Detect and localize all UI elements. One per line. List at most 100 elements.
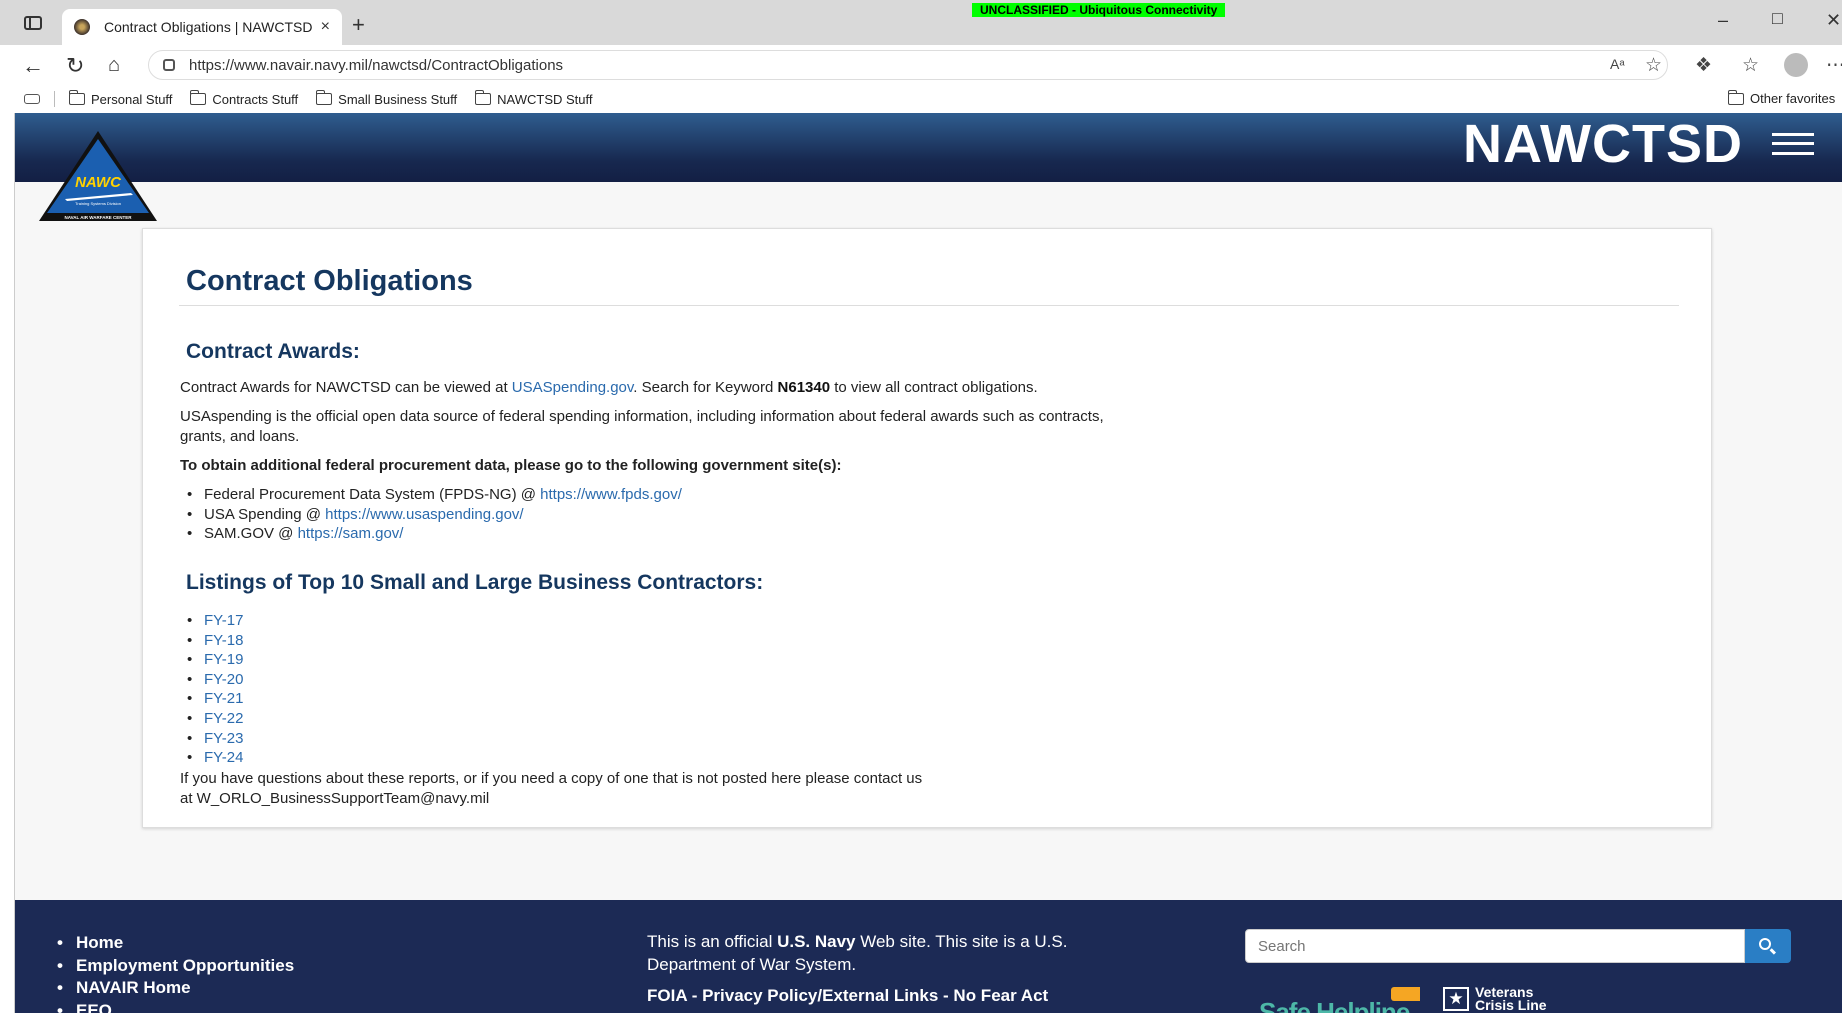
maximize-button[interactable]: □ [1772,8,1783,29]
legal-links[interactable]: FOIA - Privacy Policy/External Links - N… [647,986,1048,1006]
more-icon[interactable]: ⋯ [1826,54,1842,77]
site-label: SAM.GOV @ [204,525,298,543]
site-footer: Home Employment Opportunities NAVAIR Hom… [15,900,1842,1013]
fy-link[interactable]: FY-20 [204,671,243,688]
home-icon[interactable]: ⌂ [108,54,120,77]
favorites-icon[interactable]: ☆ [1742,54,1759,77]
star-icon[interactable]: ☆ [1645,54,1662,77]
folder-icon [475,90,492,105]
veterans-crisis-text: Veterans Crisis Line [1475,985,1547,1012]
list-item: FY-21 [180,689,243,709]
official-text: This is an official [647,932,778,951]
back-arrow-icon[interactable]: ← [22,53,44,79]
extensions-icon[interactable]: ❖ [1695,54,1712,77]
hamburger-menu-icon[interactable] [1772,133,1814,155]
fy-link[interactable]: FY-22 [204,710,243,727]
favbar-divider [54,91,55,107]
obtain-data-text: To obtain additional federal procurement… [180,457,842,474]
lock-icon [163,59,175,71]
tab-title: Contract Obligations | NAWCTSD [104,19,313,35]
awards-text: to view all contract obligations. [830,379,1038,396]
content-card: Contract Obligations Contract Awards: Co… [142,228,1712,828]
nawc-logo[interactable]: NAWC Training Systems Division NAVAL AIR… [35,129,161,225]
fy-link[interactable]: FY-19 [204,651,243,668]
web-page: NAWCTSD NAWC Training Systems Division N… [14,113,1842,1013]
url-text: https://www.navair.navy.mil/nawctsd/Cont… [189,56,564,74]
site-label: Federal Procurement Data System (FPDS-NG… [204,486,541,503]
veterans-crisis-line-logo[interactable]: ★ Veterans Crisis Line [1443,985,1547,1012]
official-bold: U.S. Navy [777,932,856,951]
read-aloud-icon[interactable]: Aᵃ [1610,56,1625,72]
fpds-link[interactable]: https://www.fpds.gov/ [540,486,682,503]
collections-icon[interactable] [24,94,40,104]
favorite-label: Small Business Stuff [338,91,458,107]
refresh-icon[interactable]: ↻ [66,53,84,79]
awards-text: . Search for Keyword [633,379,778,396]
tab-close-icon[interactable]: × [321,18,330,36]
page-title: Contract Obligations [186,265,473,297]
footer-link-navair-home[interactable]: NAVAIR Home [56,977,294,1000]
site-header: NAWCTSD [15,113,1842,182]
fy-link[interactable]: FY-18 [204,632,243,649]
new-tab-button[interactable]: + [352,12,365,38]
favorite-folder-contracts[interactable]: Contracts Stuff [190,90,299,107]
search-button[interactable] [1745,929,1791,963]
awards-heading: Contract Awards: [186,340,360,363]
footer-links: Home Employment Opportunities NAVAIR Hom… [56,932,294,1013]
favorite-folder-small-business[interactable]: Small Business Stuff [316,90,458,107]
favorite-label: NAWCTSD Stuff [497,91,593,107]
close-window-button[interactable]: ✕ [1826,10,1841,31]
site-name[interactable]: NAWCTSD [1463,113,1743,175]
fiscal-year-list: FY-17 FY-18 FY-19 FY-20 FY-21 FY-22 FY-2… [180,611,243,768]
folder-icon [69,90,85,105]
other-favorites[interactable]: Other favorites [1728,89,1835,106]
contact-text: If you have questions about these report… [180,770,923,787]
browser-tab-active[interactable]: Contract Obligations | NAWCTSD × [62,9,342,45]
list-item: Federal Procurement Data System (FPDS-NG… [180,485,682,505]
footer-link-home[interactable]: Home [56,932,294,955]
address-bar[interactable]: https://www.navair.navy.mil/nawctsd/Cont… [148,50,1668,80]
classification-banner: UNCLASSIFIED - Ubiquitous Connectivity [972,3,1226,17]
browser-toolbar: ← ↻ ⌂ https://www.navair.navy.mil/nawcts… [0,45,1842,85]
search-icon [1759,938,1771,950]
usaspending-site-link[interactable]: https://www.usaspending.gov/ [325,506,523,523]
search-input[interactable] [1245,929,1745,963]
fy-link[interactable]: FY-21 [204,690,243,707]
contact-paragraph: If you have questions about these report… [180,769,1140,809]
list-item: FY-18 [180,631,243,651]
profile-icon[interactable] [1784,53,1808,77]
logo-subtext: Training Systems Division [75,201,121,206]
sidebar-toggle-icon[interactable] [24,16,42,30]
favorite-folder-nawctsd[interactable]: NAWCTSD Stuff [475,90,593,107]
footer-link-employment[interactable]: Employment Opportunities [56,955,294,978]
star-icon: ★ [1443,987,1469,1011]
logo-ring-text: NAVAL AIR WARFARE CENTER [64,215,132,220]
favorite-folder-personal[interactable]: Personal Stuff [69,90,172,107]
list-item: FY-22 [180,709,243,729]
usaspending-description: USAspending is the official open data so… [180,408,1104,445]
sam-gov-link[interactable]: https://sam.gov/ [298,525,404,542]
folder-icon [316,90,333,105]
usaspending-link[interactable]: USASpending.gov [512,379,633,396]
keyword: N61340 [777,379,831,396]
title-divider [179,305,1679,306]
site-favicon-icon [74,19,90,35]
fy-link[interactable]: FY-17 [204,612,243,629]
folder-icon [190,90,207,105]
logo-text: NAWC [75,174,122,191]
favorite-label: Contracts Stuff [212,91,299,107]
government-sites-list: Federal Procurement Data System (FPDS-NG… [180,485,682,544]
listings-heading: Listings of Top 10 Small and Large Busin… [186,571,764,594]
list-item: FY-17 [180,611,243,631]
safe-helpline-logo[interactable]: Safe Helpline [1245,983,1420,1013]
minimize-button[interactable]: – [1718,10,1728,31]
safe-helpline-text: Safe Helpline [1259,997,1410,1013]
fy-link[interactable]: FY-24 [204,749,243,766]
fy-link[interactable]: FY-23 [204,730,243,747]
footer-search [1245,929,1791,963]
footer-link-eeo[interactable]: EEO [56,1000,294,1013]
list-item: FY-20 [180,670,243,690]
official-site-notice: This is an official U.S. Navy Web site. … [647,931,1127,976]
awards-text: Contract Awards for NAWCTSD can be viewe… [180,379,512,396]
browser-titlebar: Contract Obligations | NAWCTSD × + UNCLA… [0,0,1842,45]
